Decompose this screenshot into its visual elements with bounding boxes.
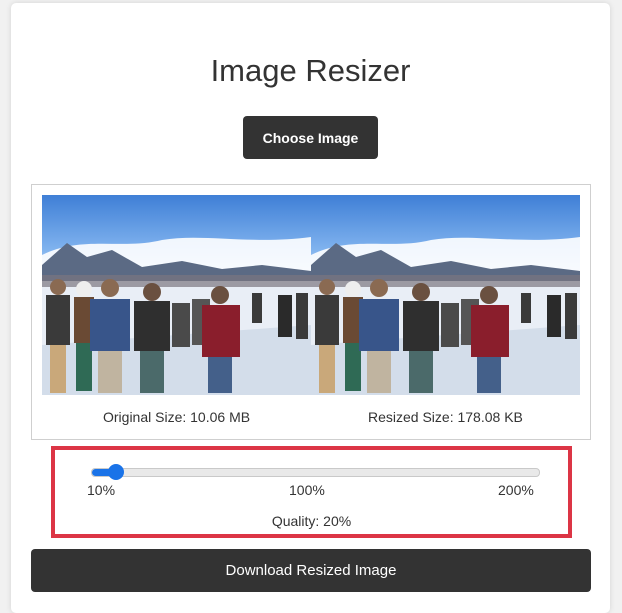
slider-thumb[interactable] [107,464,124,480]
resized-photo-graphic [311,195,580,395]
page-title: Image Resizer [210,53,411,88]
original-size-label: Original Size: 10.06 MB [103,409,251,425]
quality-readout: Quality: 20% [271,513,352,529]
resized-image [311,195,580,395]
download-button[interactable]: Download Resized Image [31,549,591,592]
quality-slider-panel: 10% 100% 200% Quality: 20% [51,446,572,538]
resizer-card: Image Resizer Choose Image Original Size… [11,3,610,613]
slider-min-label: 10% [87,482,116,498]
original-photo-graphic [42,195,311,395]
slider-max-label: 200% [498,482,534,498]
preview-panel: Original Size: 10.06 MB Resized Size: 17… [31,184,591,440]
resized-size-label: Resized Size: 178.08 KB [368,409,523,425]
slider-mid-label: 100% [289,482,325,498]
original-image [42,195,311,395]
quality-slider[interactable] [91,464,540,480]
choose-image-button[interactable]: Choose Image [243,116,378,159]
